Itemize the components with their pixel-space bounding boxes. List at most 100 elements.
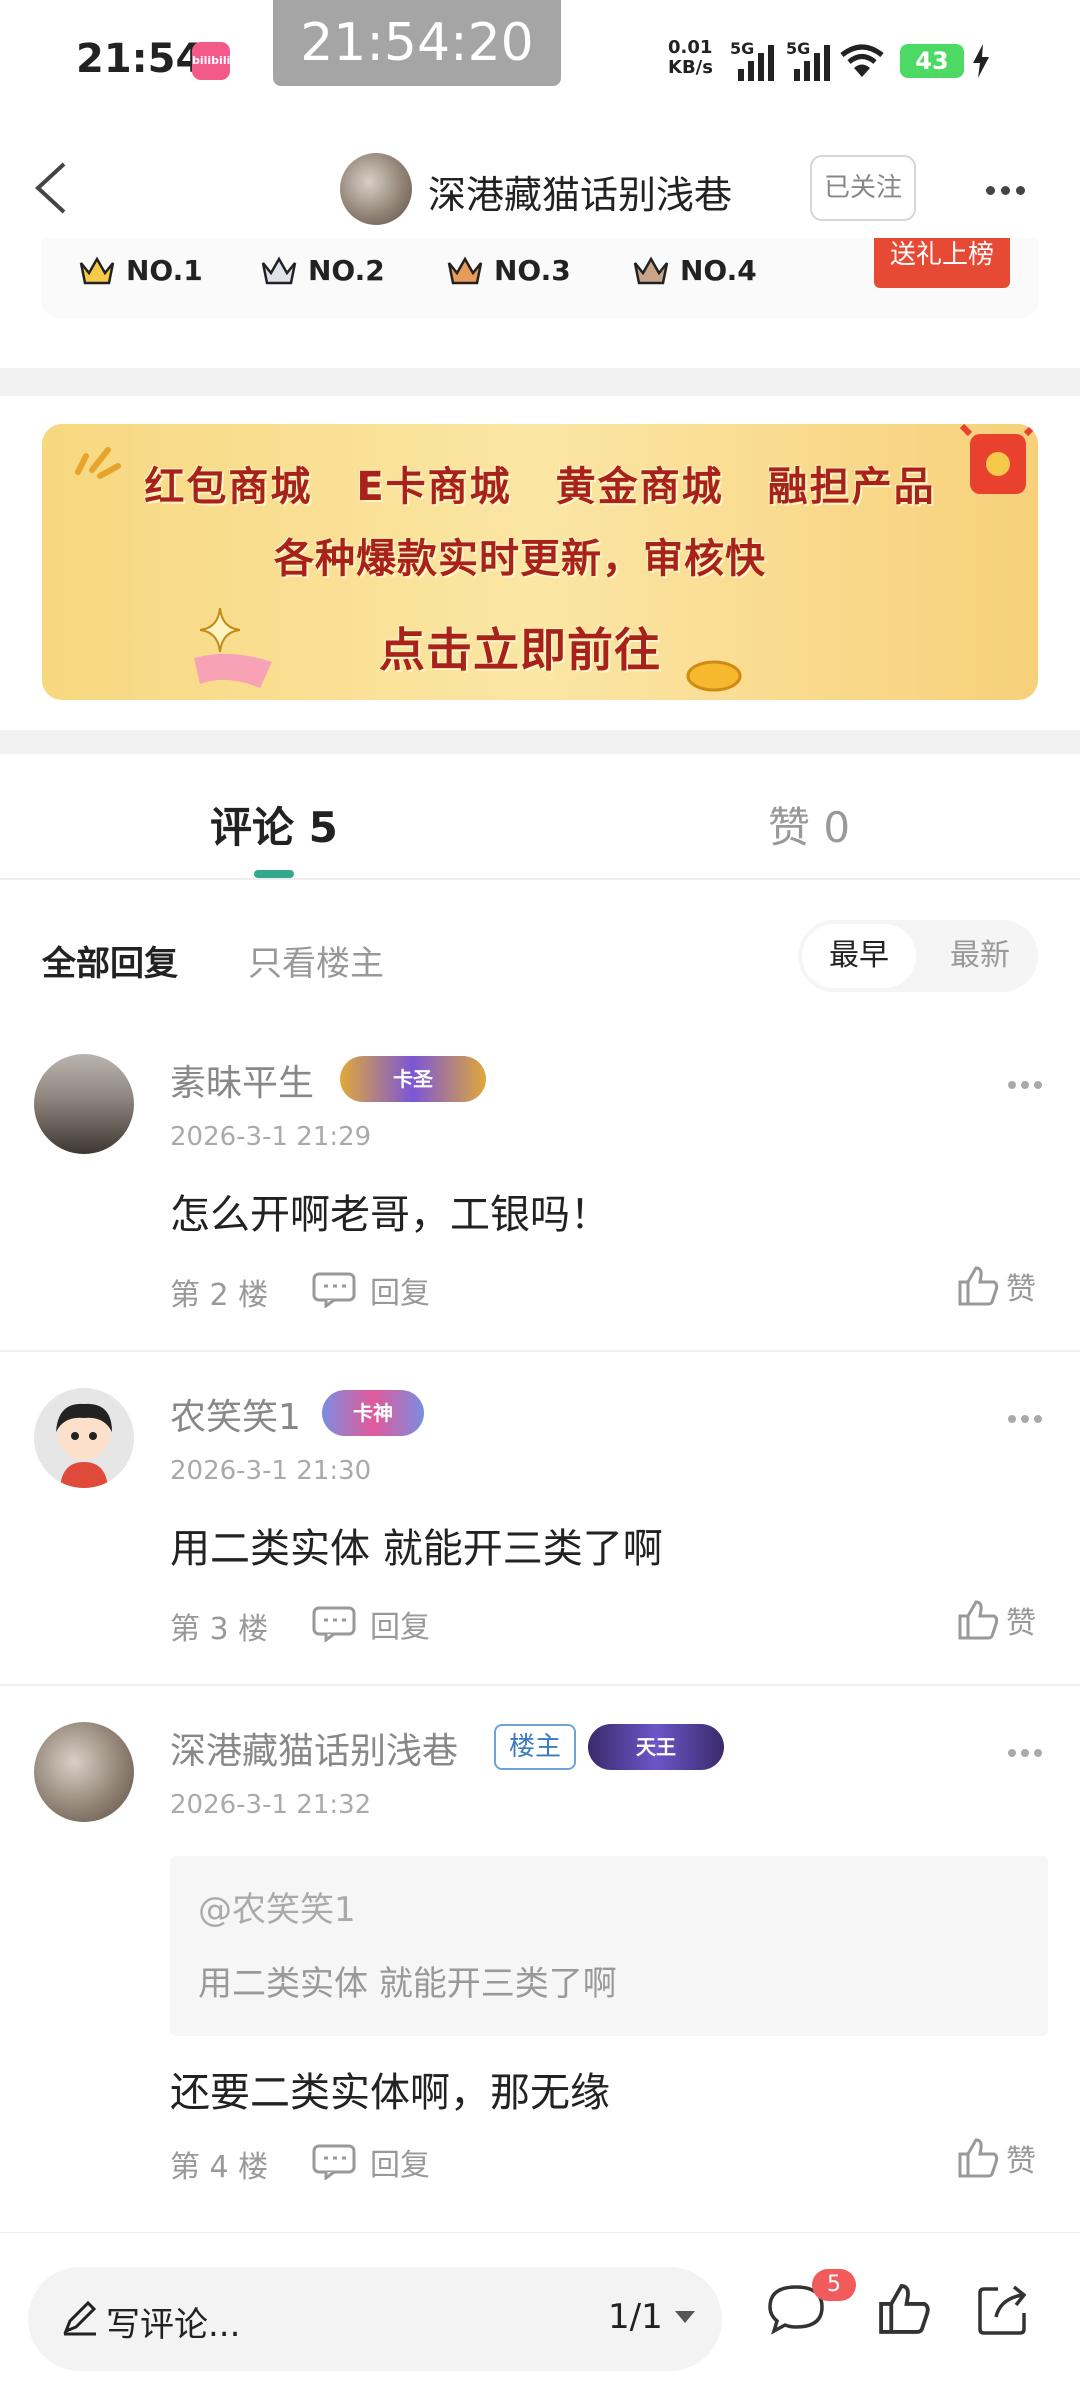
- wifi-icon: [840, 44, 884, 77]
- comment-timestamp: 2026-3-1 21:29: [170, 1122, 372, 1152]
- comment-more-icon[interactable]: [1008, 1408, 1047, 1427]
- promo-banner[interactable]: 红包商城 E卡商城 黄金商城 融担产品 各种爆款实时更新，审核快 点击立即前往: [42, 424, 1038, 700]
- comment-more-icon[interactable]: [1008, 1074, 1047, 1093]
- crown-icon: [633, 255, 669, 284]
- comment-item: 素昧平生 卡圣 2026-3-1 21:29 怎么开啊老哥，工银吗！ 第 2 楼…: [0, 1030, 1080, 1352]
- pencil-icon: [63, 2300, 97, 2336]
- page-indicator: 1/1: [608, 2297, 663, 2337]
- author-avatar[interactable]: [340, 153, 412, 225]
- sort-newest-button[interactable]: 最新: [930, 924, 1030, 988]
- like-button[interactable]: 赞: [956, 1598, 1036, 1642]
- sort-earliest-button[interactable]: 最早: [802, 924, 916, 988]
- level-badge: 卡神: [322, 1390, 424, 1436]
- crown-icon: [447, 255, 483, 284]
- rank-item[interactable]: NO.1: [78, 254, 203, 287]
- thumbs-up-icon[interactable]: [876, 2281, 932, 2337]
- overlay-clock: 21:54:20: [273, 0, 561, 86]
- comment-timestamp: 2026-3-1 21:30: [170, 1456, 372, 1486]
- network-speed-unit: KB/s: [668, 57, 713, 78]
- rank-item[interactable]: NO.3: [446, 254, 571, 287]
- rank-label: NO.1: [126, 254, 203, 287]
- comment-username[interactable]: 农笑笑1: [170, 1388, 301, 1440]
- gift-to-rank-button[interactable]: 送礼上榜: [874, 238, 1010, 288]
- comment-text: 还要二类实体啊，那无缘: [170, 2070, 610, 2116]
- rank-item[interactable]: NO.2: [260, 254, 385, 287]
- filter-all-replies[interactable]: 全部回复: [42, 936, 178, 985]
- like-button[interactable]: 赞: [956, 1264, 1036, 1308]
- like-label: 赞: [1006, 2144, 1036, 2179]
- page-title[interactable]: 深港藏猫话别浅巷: [428, 164, 732, 219]
- section-divider: [0, 368, 1080, 396]
- comment-text: 怎么开啊老哥，工银吗！: [170, 1192, 610, 1238]
- comment-timestamp: 2026-3-1 21:32: [170, 1790, 372, 1820]
- gift-ranking-bar: NO.1 NO.2 NO.3 NO.4 送礼上榜: [42, 238, 1038, 318]
- level-badge: 天王: [588, 1724, 724, 1770]
- reply-button[interactable]: 回复: [312, 1268, 430, 1312]
- tab-likes[interactable]: 赞 0: [768, 794, 850, 855]
- signal-1-icon: 5G: [730, 39, 774, 81]
- status-icons: 5G 5G 43: [730, 36, 990, 86]
- follow-button[interactable]: 已关注: [810, 155, 916, 221]
- signal-2-gen: 5G: [786, 39, 811, 58]
- comment-username[interactable]: 素昧平生: [170, 1054, 314, 1106]
- reply-button[interactable]: 回复: [312, 2140, 430, 2184]
- battery-level: 43: [900, 44, 964, 78]
- rank-label: NO.4: [680, 254, 757, 287]
- reply-bubble-icon: [312, 1606, 356, 1642]
- write-comment-input[interactable]: 写评论... 1/1: [28, 2267, 722, 2371]
- comment-like-tabs: 评论 5 赞 0: [0, 754, 1080, 880]
- red-envelope-mascot-icon: [959, 424, 1037, 494]
- comment-more-icon[interactable]: [1008, 1742, 1047, 1761]
- signal-1-gen: 5G: [730, 39, 755, 58]
- reply-filters: 全部回复 只看楼主 最早 最新: [0, 920, 1080, 996]
- floor-number: 第 3 楼: [170, 1612, 269, 1647]
- signal-2-icon: 5G: [786, 39, 830, 81]
- thumbs-up-icon: [958, 2138, 999, 2178]
- banner-category: 融担产品: [767, 464, 936, 510]
- pink-ribbon-icon: [194, 653, 272, 688]
- filter-op-only[interactable]: 只看楼主: [248, 936, 384, 985]
- user-avatar[interactable]: [34, 1054, 134, 1154]
- quoted-comment[interactable]: @农笑笑1 用二类实体 就能开三类了啊: [170, 1856, 1048, 2036]
- reply-label: 回复: [370, 1610, 430, 1645]
- comment-item: 深港藏猫话别浅巷 楼主 天王 2026-3-1 21:32 @农笑笑1 用二类实…: [0, 1698, 1080, 2232]
- comment-count-badge: 5: [812, 2269, 856, 2301]
- caret-down-icon: [674, 2311, 695, 2323]
- like-label: 赞: [1006, 1606, 1036, 1641]
- cartoon-avatar-icon: [56, 1403, 112, 1488]
- user-avatar[interactable]: [34, 1722, 134, 1822]
- rank-item[interactable]: NO.4: [632, 254, 757, 287]
- section-divider: [0, 730, 1080, 754]
- reply-button[interactable]: 回复: [312, 1602, 430, 1646]
- write-comment-placeholder: 写评论...: [106, 2305, 241, 2345]
- comment-text: 用二类实体 就能开三类了啊: [170, 1526, 663, 1572]
- like-label: 赞: [1006, 1272, 1036, 1307]
- reply-label: 回复: [370, 1276, 430, 1311]
- floor-number: 第 2 楼: [170, 1278, 269, 1313]
- sort-toggle: 最早 最新: [798, 920, 1038, 992]
- bottom-action-bar: 写评论... 1/1 5: [0, 2232, 1080, 2400]
- active-tab-indicator: [254, 870, 294, 878]
- status-time: 21:54: [76, 36, 204, 82]
- rank-label: NO.3: [494, 254, 571, 287]
- thumbs-up-icon: [958, 1266, 999, 1306]
- network-speed-value: 0.01: [668, 37, 713, 58]
- back-arrow-icon[interactable]: [28, 160, 80, 216]
- thumbs-up-icon: [958, 1600, 999, 1640]
- page-selector[interactable]: 1/1: [608, 2297, 697, 2337]
- comment-username[interactable]: 深港藏猫话别浅巷: [170, 1722, 458, 1774]
- banner-categories: 红包商城 E卡商城 黄金商城 融担产品: [42, 454, 1038, 512]
- gold-coin-icon: [686, 660, 742, 692]
- reply-bubble-icon: [312, 2144, 356, 2180]
- quoted-text: 用二类实体 就能开三类了啊: [198, 1964, 617, 2004]
- tab-comments[interactable]: 评论 5: [210, 794, 338, 855]
- level-badge: 卡圣: [340, 1056, 486, 1102]
- floor-number: 第 4 楼: [170, 2150, 269, 2185]
- like-button[interactable]: 赞: [956, 2136, 1036, 2180]
- user-avatar[interactable]: [34, 1388, 134, 1488]
- op-tag: 楼主: [494, 1724, 576, 1770]
- status-bar: 21:54 bilibili 21:54:20 0.01 KB/s 5G 5G …: [0, 0, 1080, 120]
- more-options-icon[interactable]: [986, 180, 1031, 199]
- share-icon[interactable]: [976, 2281, 1032, 2337]
- quoted-username: @农笑笑1: [198, 1890, 356, 1930]
